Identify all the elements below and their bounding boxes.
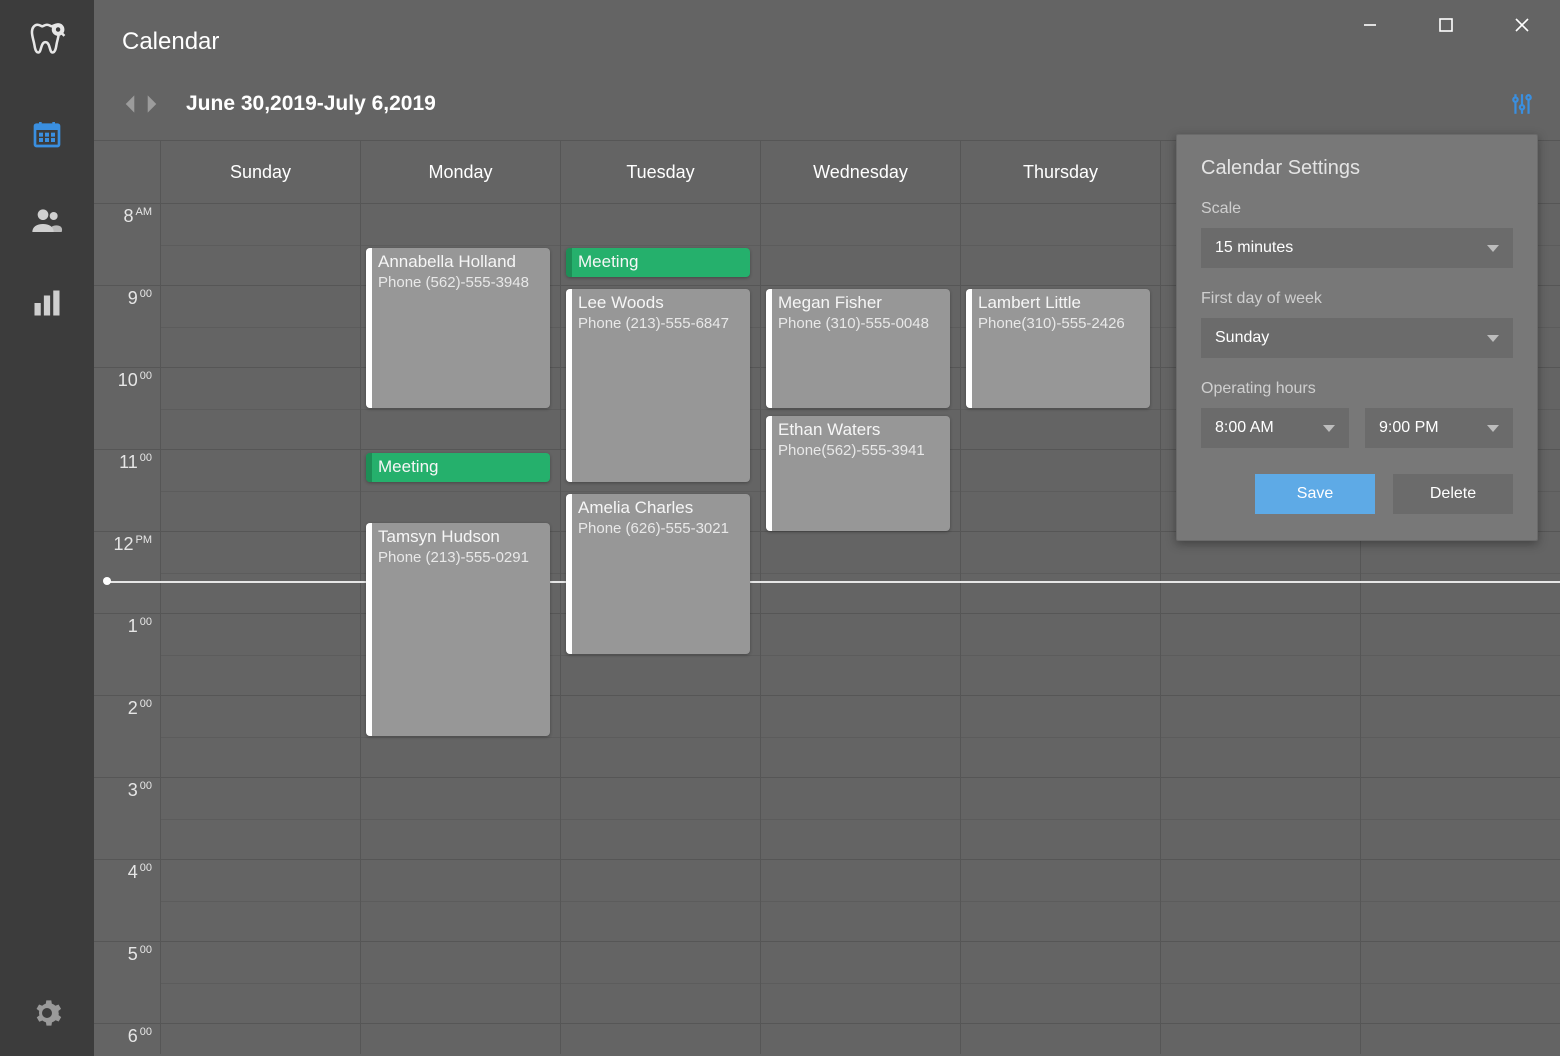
app-logo-icon	[28, 20, 66, 58]
firstday-label: First day of week	[1201, 290, 1513, 308]
calendar-event[interactable]: Meeting	[566, 248, 750, 277]
event-title: Annabella Holland	[378, 252, 542, 272]
event-subtitle: Phone(310)-555-2426	[978, 315, 1142, 332]
event-title: Meeting	[378, 457, 542, 477]
scale-value: 15 minutes	[1215, 239, 1293, 257]
calendar-event[interactable]: Lee Woods Phone (213)-555-6847	[566, 289, 750, 482]
settings-title: Calendar Settings	[1201, 157, 1513, 180]
nav-stats-icon[interactable]	[32, 290, 62, 316]
window-minimize-icon[interactable]	[1332, 0, 1408, 50]
firstday-select[interactable]: Sunday	[1201, 318, 1513, 358]
day-header: Sunday	[160, 141, 360, 203]
event-title: Amelia Charles	[578, 498, 742, 518]
scale-label: Scale	[1201, 200, 1513, 218]
ophours-start-select[interactable]: 8:00 AM	[1201, 408, 1349, 448]
chevron-down-icon	[1487, 335, 1499, 342]
day-header: Tuesday	[560, 141, 760, 203]
day-header: Thursday	[960, 141, 1160, 203]
main: Calendar J	[94, 0, 1560, 1056]
scale-select[interactable]: 15 minutes	[1201, 228, 1513, 268]
firstday-value: Sunday	[1215, 329, 1269, 347]
event-title: Ethan Waters	[778, 420, 942, 440]
subheader: June 30,2019-July 6,2019	[94, 64, 1560, 116]
calendar-event[interactable]: Lambert Little Phone(310)-555-2426	[966, 289, 1150, 408]
calendar-event[interactable]: Amelia Charles Phone (626)-555-3021	[566, 494, 750, 654]
day-header: Monday	[360, 141, 560, 203]
event-title: Tamsyn Hudson	[378, 527, 542, 547]
calendar-event[interactable]: Tamsyn Hudson Phone (213)-555-0291	[366, 523, 550, 736]
calendar-event[interactable]: Megan Fisher Phone (310)-555-0048	[766, 289, 950, 408]
date-range: June 30,2019-July 6,2019	[186, 92, 436, 116]
nav-calendar-icon[interactable]	[31, 118, 63, 150]
calendar-event[interactable]: Ethan Waters Phone(562)-555-3941	[766, 416, 950, 531]
titlebar: Calendar	[94, 0, 1560, 64]
calendar-event[interactable]: Meeting	[366, 453, 550, 482]
event-title: Meeting	[578, 252, 742, 272]
event-subtitle: Phone (213)-555-0291	[378, 549, 542, 566]
event-title: Megan Fisher	[778, 293, 942, 313]
ophours-label: Operating hours	[1201, 380, 1513, 398]
event-subtitle: Phone(562)-555-3941	[778, 442, 942, 459]
sidebar	[0, 0, 94, 1056]
chevron-down-icon	[1487, 245, 1499, 252]
event-subtitle: Phone (213)-555-6847	[578, 315, 742, 332]
page-title: Calendar	[94, 0, 219, 56]
ophours-end-value: 9:00 PM	[1379, 419, 1439, 437]
nav-people-icon[interactable]	[31, 206, 63, 234]
nav-settings-icon[interactable]	[32, 998, 62, 1028]
next-week-icon[interactable]	[144, 94, 160, 114]
event-subtitle: Phone (562)-555-3948	[378, 274, 542, 291]
chevron-down-icon	[1323, 425, 1335, 432]
event-subtitle: Phone (310)-555-0048	[778, 315, 942, 332]
ophours-start-value: 8:00 AM	[1215, 419, 1274, 437]
settings-sliders-icon[interactable]	[1512, 92, 1532, 116]
delete-button[interactable]: Delete	[1393, 474, 1513, 514]
save-button[interactable]: Save	[1255, 474, 1375, 514]
calendar-event[interactable]: Annabella Holland Phone (562)-555-3948	[366, 248, 550, 408]
event-title: Lambert Little	[978, 293, 1142, 313]
prev-week-icon[interactable]	[122, 94, 138, 114]
settings-panel: Calendar Settings Scale 15 minutes First…	[1176, 134, 1538, 541]
now-indicator	[106, 581, 1560, 583]
window-maximize-icon[interactable]	[1408, 0, 1484, 50]
event-title: Lee Woods	[578, 293, 742, 313]
day-header: Wednesday	[760, 141, 960, 203]
event-subtitle: Phone (626)-555-3021	[578, 520, 742, 537]
window-close-icon[interactable]	[1484, 0, 1560, 50]
chevron-down-icon	[1487, 425, 1499, 432]
ophours-end-select[interactable]: 9:00 PM	[1365, 408, 1513, 448]
